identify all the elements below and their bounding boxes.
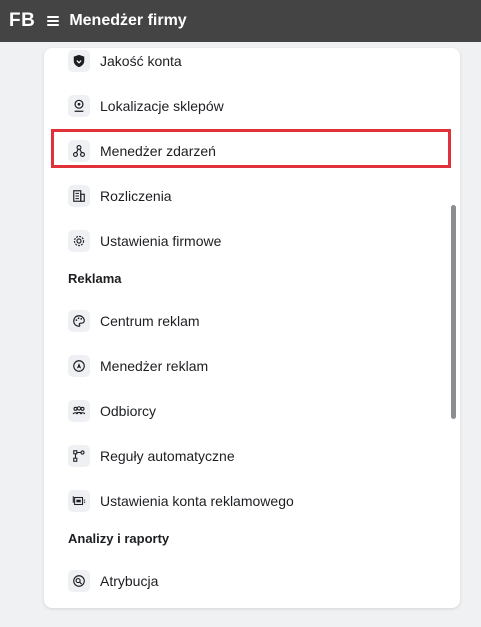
menu-item-label: Ustawienia konta reklamowego bbox=[100, 493, 294, 509]
menu-item-ad-account-settings[interactable]: Ustawienia konta reklamowego bbox=[68, 490, 294, 512]
menu-item-label: Odbiorcy bbox=[100, 403, 157, 419]
hamburger-menu-icon[interactable] bbox=[47, 16, 60, 26]
menu-item-billing[interactable]: Rozliczenia bbox=[68, 185, 172, 207]
menu-item-ads-manager[interactable]: Menedżer reklam bbox=[68, 355, 208, 377]
attribution-icon bbox=[68, 570, 90, 592]
top-bar: FB Menedżer firmy bbox=[0, 0, 481, 42]
menu-item-label: Reguły automatyczne bbox=[100, 448, 235, 464]
menu-item-label: Menedżer reklam bbox=[100, 358, 209, 374]
billing-icon bbox=[68, 185, 90, 207]
menu-item-label: Atrybucja bbox=[100, 573, 159, 589]
rules-icon bbox=[68, 445, 90, 467]
menu-item-label: Centrum reklam bbox=[100, 313, 200, 329]
gear-icon bbox=[68, 230, 90, 252]
menu-item-label: Menedżer zdarzeń bbox=[100, 143, 216, 159]
menu-item-label: Rozliczenia bbox=[100, 188, 172, 204]
menu-scrollbar[interactable] bbox=[451, 205, 457, 422]
menu-item-account-quality[interactable]: Jakość konta bbox=[68, 50, 182, 72]
event-nodes-icon bbox=[68, 140, 90, 162]
menu-item-audiences[interactable]: Odbiorcy bbox=[68, 400, 156, 422]
section-heading-ads: Reklama bbox=[68, 271, 122, 286]
menu-item-business-settings[interactable]: Ustawienia firmowe bbox=[68, 230, 221, 252]
navigation-menu-panel: Jakość konta Lokalizacje sklepów Menedże… bbox=[44, 48, 460, 608]
audience-icon bbox=[68, 400, 90, 422]
scrollbar-thumb[interactable] bbox=[451, 205, 456, 419]
app-logo[interactable]: FB bbox=[9, 10, 35, 32]
menu-item-automated-rules[interactable]: Reguły automatyczne bbox=[68, 445, 235, 467]
menu-item-label: Ustawienia firmowe bbox=[100, 233, 222, 249]
navigation-arrow-icon bbox=[68, 355, 90, 377]
menu-item-ads-center[interactable]: Centrum reklam bbox=[68, 310, 200, 332]
section-heading-analytics: Analizy i raporty bbox=[68, 531, 170, 546]
shield-icon bbox=[68, 50, 90, 72]
map-pin-icon bbox=[68, 95, 90, 117]
menu-item-label: Jakość konta bbox=[100, 53, 182, 69]
menu-item-events-manager[interactable]: Menedżer zdarzeń bbox=[68, 140, 216, 162]
menu-item-label: Lokalizacje sklepów bbox=[100, 98, 224, 114]
page-title: Menedżer firmy bbox=[69, 12, 187, 29]
ad-account-settings-icon bbox=[68, 490, 90, 512]
palette-icon bbox=[68, 310, 90, 332]
menu-item-store-locations[interactable]: Lokalizacje sklepów bbox=[68, 95, 224, 117]
menu-item-attribution[interactable]: Atrybucja bbox=[68, 570, 158, 592]
